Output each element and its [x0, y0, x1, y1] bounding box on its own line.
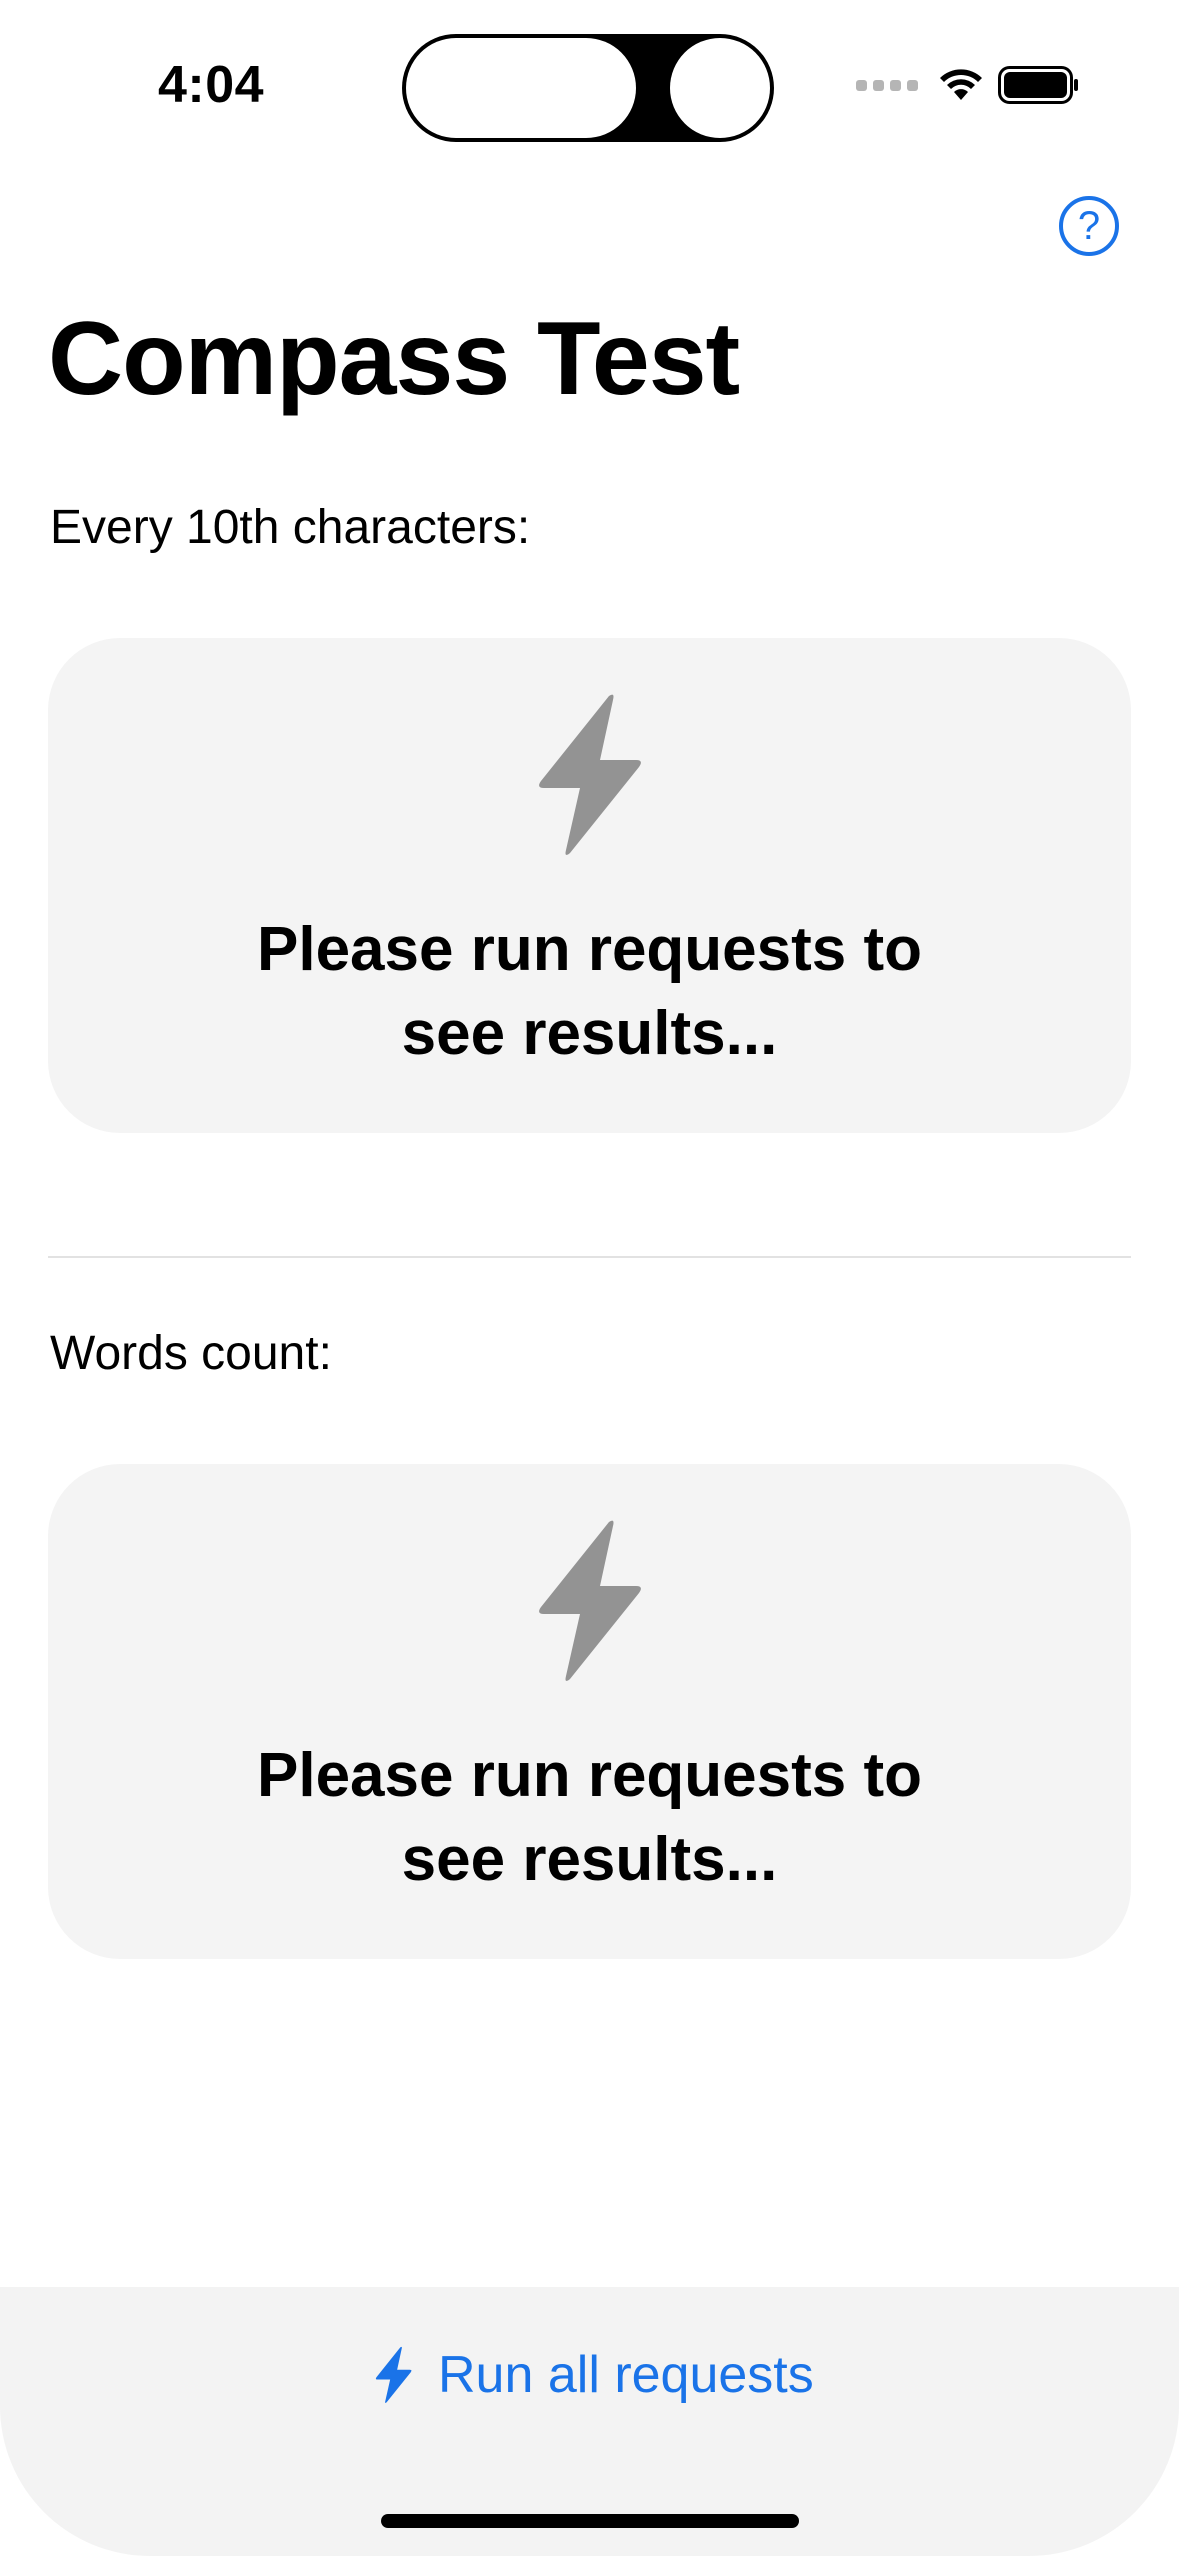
help-button[interactable]: ? [1059, 196, 1119, 256]
result-card-every-10th: Please run requests to see results... [48, 638, 1131, 1133]
lightning-bolt-icon [375, 2346, 412, 2403]
section-label-words-count: Words count: [50, 1327, 332, 1380]
lightning-bolt-icon [539, 694, 641, 855]
lightning-bolt-icon [539, 1520, 641, 1681]
run-all-requests-label: Run all requests [438, 2346, 814, 2404]
result-card-words-count: Please run requests to see results... [48, 1464, 1131, 1959]
empty-state-message: Please run requests to see results... [256, 915, 923, 1068]
empty-state-message: Please run requests to see results... [256, 1741, 923, 1894]
bottom-toolbar: Run all requests [0, 2287, 1179, 2556]
dynamic-island [402, 34, 774, 142]
wifi-icon [940, 69, 982, 100]
battery-icon [998, 66, 1078, 104]
question-mark-circle-icon: ? [1077, 204, 1101, 248]
status-icons [856, 66, 1080, 104]
section-label-every-10th: Every 10th characters: [50, 501, 531, 554]
status-time: 4:04 [158, 56, 265, 114]
page-title: Compass Test [48, 301, 740, 417]
home-indicator[interactable] [381, 2514, 799, 2528]
cellular-signal-icon [856, 79, 918, 91]
run-all-requests-button[interactable]: Run all requests [374, 2345, 814, 2405]
section-divider [48, 1256, 1131, 1258]
